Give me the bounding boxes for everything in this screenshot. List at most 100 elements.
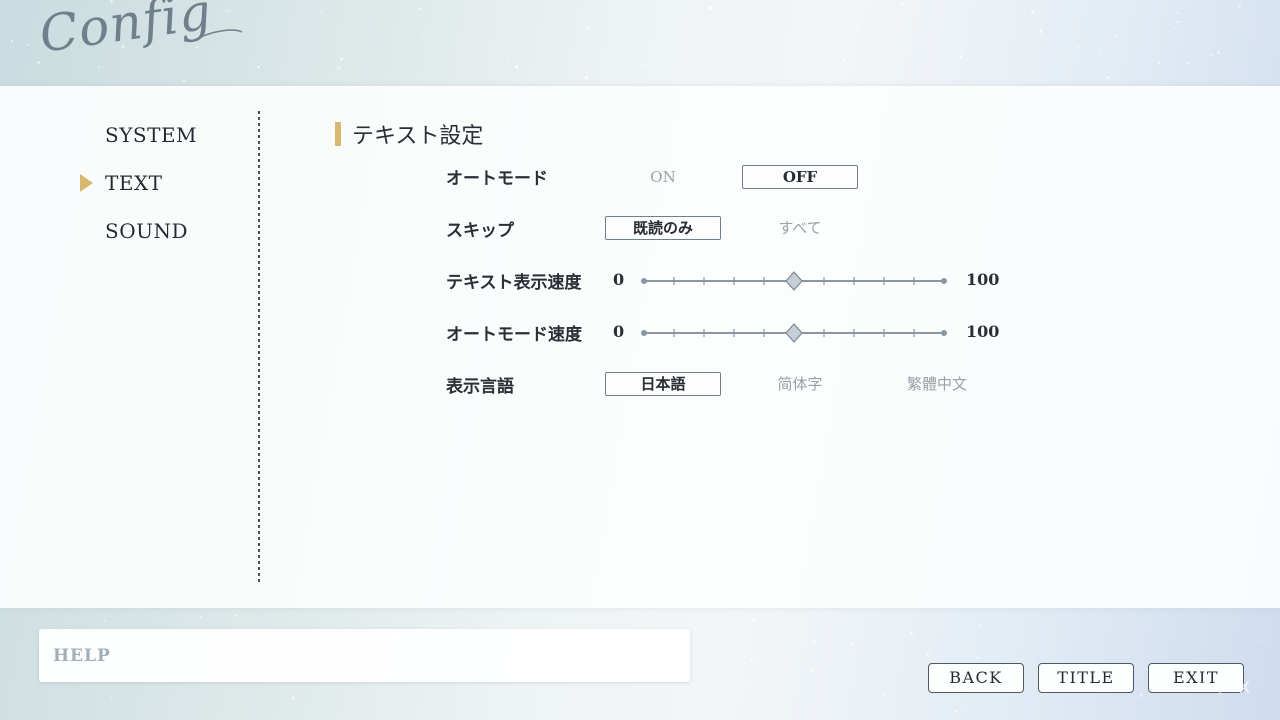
- snow-speck: [1177, 20, 1179, 23]
- slider-end-dot: [941, 278, 947, 284]
- snow-speck: [233, 610, 235, 612]
- language-simplified-chinese-button[interactable]: 简体字: [742, 372, 858, 396]
- snow-speck: [706, 62, 709, 65]
- snow-speck: [257, 65, 260, 69]
- sidebar-item-system[interactable]: SYSTEM: [105, 123, 197, 147]
- snow-speck: [1174, 26, 1176, 29]
- snow-speck: [425, 713, 429, 717]
- snow-speck: [623, 4, 625, 7]
- text-speed-min: 0: [613, 270, 625, 289]
- snow-speck: [925, 652, 929, 656]
- snow-speck: [337, 66, 341, 70]
- snow-speck: [1177, 11, 1179, 14]
- snow-speck: [1140, 693, 1144, 697]
- active-arrow-icon: [80, 174, 93, 192]
- snow-speck: [882, 693, 885, 697]
- snow-speck: [291, 696, 296, 700]
- snow-speck: [715, 56, 717, 58]
- snow-speck: [587, 26, 591, 30]
- snow-speck: [387, 5, 390, 8]
- snow-speck: [978, 624, 980, 626]
- skip-label: スキップ: [446, 221, 514, 241]
- snow-speck: [289, 611, 291, 613]
- back-button[interactable]: BACK: [928, 663, 1024, 693]
- snow-speck: [1217, 50, 1221, 54]
- slider-knob[interactable]: [785, 271, 803, 291]
- snow-speck: [182, 79, 186, 83]
- snow-speck: [1181, 29, 1184, 31]
- snow-speck: [1147, 655, 1149, 657]
- snow-speck: [1057, 26, 1060, 29]
- snow-speck: [1257, 640, 1260, 642]
- section-marker: [335, 122, 341, 146]
- help-box: HELP: [39, 629, 690, 682]
- snow-speck: [633, 72, 635, 74]
- snow-speck: [418, 27, 420, 29]
- sidebar-item-sound[interactable]: SOUND: [105, 219, 188, 243]
- snow-speck: [863, 681, 866, 683]
- language-traditional-chinese-button[interactable]: 繁體中文: [879, 372, 995, 396]
- snow-speck: [896, 654, 899, 658]
- sidebar-item-text[interactable]: TEXT: [105, 171, 163, 195]
- skip-read-only-button[interactable]: 既読のみ: [605, 216, 721, 240]
- sidebar-divider: [258, 111, 260, 583]
- snow-speck: [749, 659, 753, 663]
- snow-speck: [708, 6, 712, 10]
- snow-speck: [534, 80, 537, 82]
- auto-mode-label: オートモード: [446, 169, 548, 189]
- snow-speck: [27, 44, 30, 47]
- slider-knob[interactable]: [785, 323, 803, 343]
- snow-speck: [812, 610, 814, 612]
- snow-speck: [234, 613, 237, 616]
- snow-speck: [1231, 60, 1234, 64]
- snow-speck: [199, 615, 202, 618]
- snow-speck: [897, 632, 900, 635]
- title-button[interactable]: TITLE: [1038, 663, 1134, 693]
- snow-speck: [290, 49, 292, 51]
- snow-speck: [778, 666, 781, 670]
- snow-speck: [910, 630, 914, 634]
- snow-speck: [818, 9, 822, 13]
- snow-speck: [1115, 33, 1118, 37]
- snow-speck: [1015, 66, 1018, 68]
- snow-speck: [319, 12, 322, 15]
- auto-speed-min: 0: [613, 322, 625, 341]
- snow-speck: [952, 11, 954, 13]
- snow-speck: [378, 13, 381, 15]
- snow-speck: [962, 710, 965, 712]
- snow-speck: [810, 668, 814, 673]
- snow-speck: [1033, 670, 1036, 673]
- snow-speck: [1002, 638, 1004, 640]
- snow-speck: [842, 59, 846, 63]
- watermark: ニト X: [1196, 678, 1253, 697]
- snow-speck: [270, 709, 273, 711]
- snow-speck: [421, 33, 425, 37]
- snow-speck: [418, 7, 421, 11]
- auto-speed-slider[interactable]: [641, 323, 947, 343]
- text-speed-label: テキスト表示速度: [446, 273, 582, 293]
- help-label: HELP: [53, 646, 111, 666]
- snow-speck: [1053, 81, 1056, 83]
- auto-mode-on-button[interactable]: ON: [605, 165, 721, 189]
- snow-speck: [396, 52, 398, 54]
- snow-speck: [1158, 62, 1160, 64]
- language-label: 表示言語: [446, 377, 514, 397]
- snow-speck: [1039, 29, 1043, 33]
- snow-speck: [868, 4, 871, 7]
- snow-speck: [1073, 628, 1075, 630]
- skip-all-button[interactable]: すべて: [742, 216, 858, 240]
- snow-speck: [1075, 45, 1080, 49]
- auto-mode-off-button[interactable]: OFF: [742, 165, 858, 189]
- snow-speck: [746, 686, 749, 689]
- snow-speck: [769, 660, 771, 663]
- text-speed-slider[interactable]: [641, 271, 947, 291]
- snow-speck: [752, 618, 756, 622]
- language-japanese-button[interactable]: 日本語: [605, 372, 721, 396]
- slider-end-dot: [641, 278, 647, 284]
- snow-speck: [109, 696, 112, 699]
- section-title: テキスト設定: [352, 124, 484, 149]
- snow-speck: [1008, 19, 1011, 22]
- snow-speck: [439, 69, 441, 72]
- snow-speck: [1017, 56, 1019, 59]
- snow-speck: [813, 639, 817, 644]
